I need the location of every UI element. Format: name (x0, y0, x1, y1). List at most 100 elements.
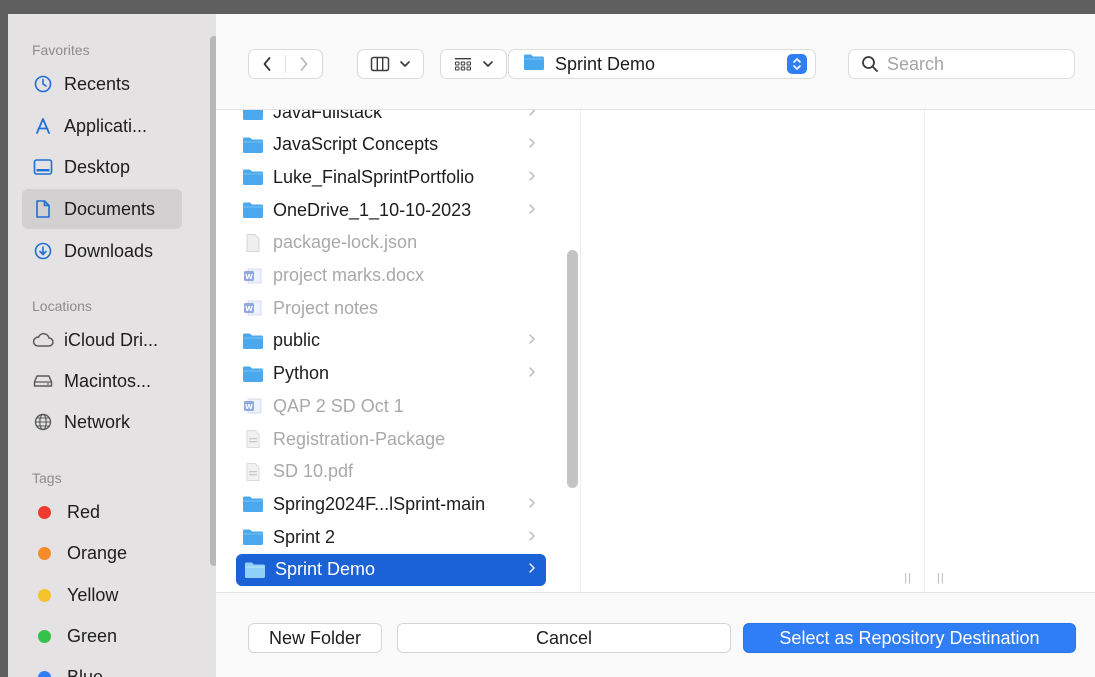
folder-icon (244, 560, 266, 580)
group-by-button[interactable] (440, 49, 507, 79)
view-mode-button[interactable] (357, 49, 424, 79)
empty-column-2: || (925, 110, 1095, 592)
sidebar-tag-blue[interactable]: Blue (22, 657, 182, 677)
file-row[interactable]: Python (234, 358, 546, 390)
file-name: Spring2024F...lSprint-main (273, 493, 486, 514)
green-tag-dot-icon (38, 629, 51, 643)
group-grid-icon (455, 58, 471, 71)
sidebar-tag-red[interactable]: Red (22, 492, 182, 532)
search-field[interactable] (848, 49, 1075, 79)
select-destination-button[interactable]: Select as Repository Destination (743, 623, 1076, 653)
chevron-right-icon (528, 365, 546, 382)
file-name: QAP 2 SD Oct 1 (273, 395, 404, 416)
location-popup-label: Sprint Demo (555, 53, 656, 74)
sidebar-item-macintosh-hd[interactable]: Macintos... (22, 361, 182, 401)
file-list-scrollbar[interactable] (567, 250, 578, 488)
search-input[interactable] (887, 53, 1067, 75)
sidebar-item-label: iCloud Dri... (64, 329, 159, 350)
file-row[interactable]: JavaFullstack (234, 110, 546, 128)
file-name: public (273, 330, 321, 351)
cloud-icon (32, 329, 54, 351)
folder-icon (242, 167, 264, 187)
file-row[interactable]: JavaScript Concepts (234, 129, 546, 161)
file-name: Sprint Demo (275, 559, 376, 580)
sidebar-item-label: Downloads (64, 240, 154, 261)
sidebar-item-label: Desktop (64, 156, 131, 177)
file-row[interactable]: Luke_FinalSprintPortfolio (234, 161, 546, 193)
search-icon (862, 56, 878, 72)
file-row[interactable]: OneDrive_1_10-10-2023 (234, 194, 546, 226)
sidebar-item-icloud-drive[interactable]: iCloud Dri... (22, 320, 182, 360)
window-top-edge (0, 0, 1095, 14)
desktop-icon (32, 156, 54, 178)
sidebar-item-downloads[interactable]: Downloads (22, 231, 182, 271)
file-row[interactable]: Spring2024F...lSprint-main (234, 488, 546, 520)
column-view-icon (370, 56, 390, 72)
up-down-stepper-icon (787, 54, 807, 74)
locations-heading: Locations (32, 298, 92, 314)
dialog-footer: New Folder Cancel Select as Repository D… (216, 592, 1095, 677)
file-row[interactable]: Sprint 2 (234, 521, 546, 553)
forward-button[interactable] (286, 50, 322, 78)
tags-heading: Tags (32, 470, 62, 486)
file-name: package-lock.json (273, 232, 418, 253)
folder-icon (242, 527, 264, 547)
file-row[interactable]: SD 10.pdf (234, 456, 546, 488)
favorites-heading: Favorites (32, 42, 90, 58)
word-document-icon: W (242, 266, 264, 286)
sidebar-tag-yellow[interactable]: Yellow (22, 575, 182, 615)
back-button[interactable] (249, 50, 285, 78)
sidebar-item-recents[interactable]: Recents (22, 64, 182, 104)
applications-icon (32, 115, 54, 137)
sidebar-item-label: Macintos... (64, 370, 152, 391)
sidebar-item-label: Green (67, 625, 118, 646)
chevron-right-icon (528, 561, 546, 578)
file-row[interactable]: W QAP 2 SD Oct 1 (234, 390, 546, 422)
file-name: Registration-Package (273, 428, 446, 449)
chevron-right-icon (528, 529, 546, 546)
sidebar-item-applications[interactable]: Applicati... (22, 106, 182, 146)
sidebar-tag-green[interactable]: Green (22, 616, 182, 656)
empty-column: || (581, 110, 925, 592)
cancel-button[interactable]: Cancel (397, 623, 731, 653)
file-row[interactable]: W Project notes (234, 292, 546, 324)
sidebar-item-label: Documents (64, 198, 156, 219)
word-document-icon: W (242, 396, 264, 416)
file-name: JavaScript Concepts (273, 134, 439, 155)
file-name: Python (273, 363, 330, 384)
location-popup[interactable]: Sprint Demo (508, 49, 816, 79)
chevron-right-icon (528, 110, 546, 121)
column-resize-handle-2[interactable]: || (937, 572, 945, 584)
sidebar-item-network[interactable]: Network (22, 402, 182, 442)
new-folder-button[interactable]: New Folder (248, 623, 382, 653)
toolbar: Sprint Demo (216, 14, 1095, 110)
column-resize-handle[interactable]: || (904, 572, 912, 584)
chevron-right-icon (528, 169, 546, 186)
file-row[interactable]: public (234, 325, 546, 357)
orange-tag-dot-icon (38, 546, 51, 560)
clock-icon (32, 73, 54, 95)
navigation-buttons (248, 49, 323, 79)
folder-icon (523, 53, 545, 76)
file-icon (242, 233, 264, 253)
sidebar-item-documents[interactable]: Documents (22, 189, 182, 229)
chevron-right-icon (528, 136, 546, 153)
pdf-document-icon (242, 429, 264, 449)
file-row-selected[interactable]: Sprint Demo (236, 553, 546, 586)
globe-icon (32, 411, 54, 433)
file-name: SD 10.pdf (273, 461, 354, 482)
folder-icon (242, 364, 264, 384)
file-row[interactable]: Registration-Package (234, 423, 546, 455)
file-row[interactable]: package-lock.json (234, 227, 546, 259)
chevron-right-icon (528, 496, 546, 513)
folder-icon (242, 494, 264, 514)
file-row[interactable]: Wproject marks.docx (234, 260, 546, 292)
file-browser: Sprint Demo JavaFullstack JavaScript Conc… (216, 14, 1095, 677)
sidebar-tag-orange[interactable]: Orange (22, 533, 182, 573)
folder-icon (242, 135, 264, 155)
sidebar-item-label: Applicati... (64, 115, 148, 136)
folder-icon (242, 110, 264, 122)
folder-icon (242, 331, 264, 351)
sidebar-item-desktop[interactable]: Desktop (22, 147, 182, 187)
hard-drive-icon (32, 370, 54, 392)
